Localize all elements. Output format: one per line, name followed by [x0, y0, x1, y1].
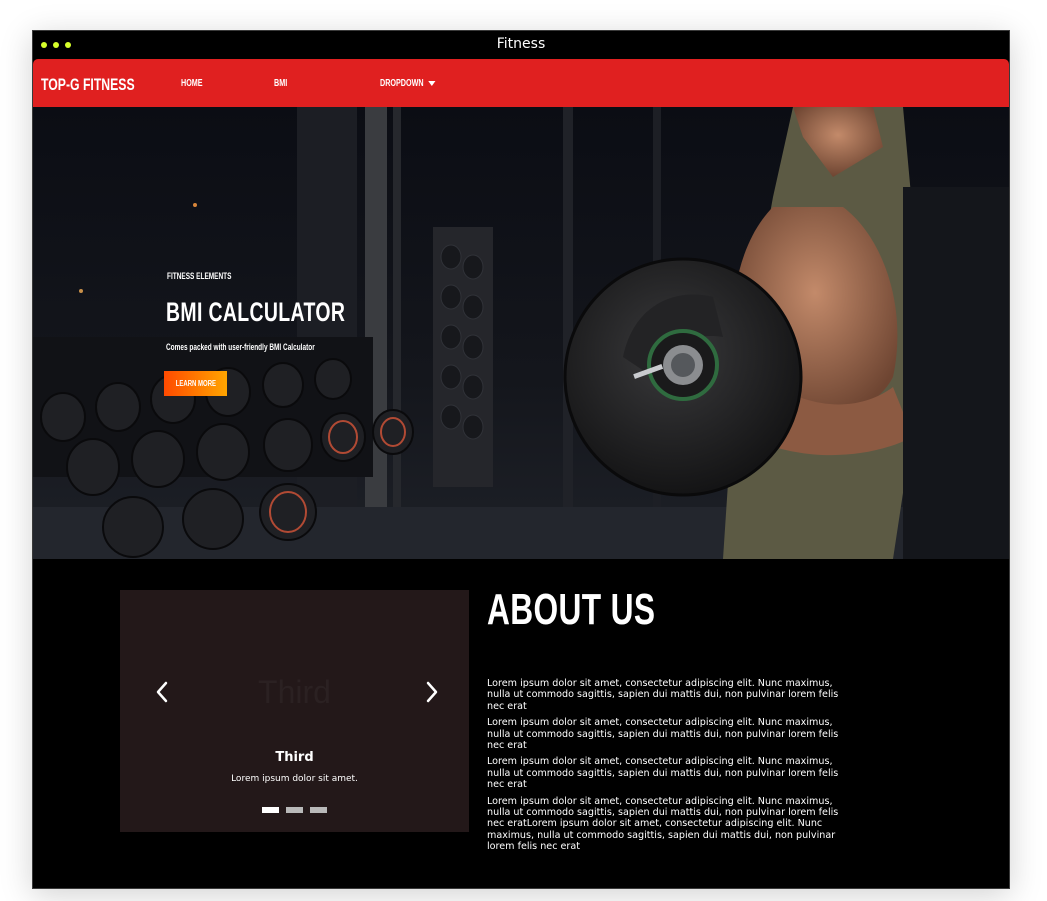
nav-link-home[interactable]: HOME — [181, 78, 203, 89]
nav-link-bmi[interactable]: BMI — [274, 78, 287, 89]
nav-dropdown-label: DROPDOWN — [380, 78, 424, 89]
about-title: ABOUT US — [487, 585, 656, 634]
caret-down-icon — [427, 80, 436, 86]
carousel-caption-title: Third — [275, 750, 314, 765]
carousel-caption-text: Lorem ipsum dolor sit amet. — [231, 774, 358, 784]
brand-logo[interactable]: TOP-G FITNESS — [41, 75, 135, 95]
hero-kicker: FITNESS ELEMENTS — [167, 271, 232, 281]
about-section: Third Third Lorem ipsum dolor sit amet. … — [33, 559, 1009, 888]
browser-window: Fitness TOP-G FITNESS HOME BMI DROPDOWN — [32, 30, 1010, 889]
carousel: Third Third Lorem ipsum dolor sit amet. — [120, 590, 469, 832]
about-paragraph: Lorem ipsum dolor sit amet, consectetur … — [487, 795, 839, 853]
hero-background-image — [33, 107, 1009, 559]
about-paragraph: Lorem ipsum dolor sit amet, consectetur … — [487, 678, 839, 712]
hero-title: BMI CALCULATOR — [166, 297, 346, 327]
about-body: Lorem ipsum dolor sit amet, consectetur … — [487, 678, 857, 858]
about-paragraph: Lorem ipsum dolor sit amet, consectetur … — [487, 756, 839, 791]
hero-banner: FITNESS ELEMENTS BMI CALCULATOR Comes pa… — [33, 107, 1009, 559]
carousel-slide-placeholder: Third — [258, 674, 331, 710]
carousel-indicator[interactable] — [286, 807, 303, 813]
navbar: TOP-G FITNESS HOME BMI DROPDOWN — [33, 59, 1009, 107]
title-bar: Fitness — [33, 31, 1009, 59]
chevron-right-icon[interactable] — [422, 678, 442, 706]
hero-subtitle: Comes packed with user-friendly BMI Calc… — [166, 342, 315, 352]
learn-more-label: LEARN MORE — [175, 379, 216, 388]
learn-more-button[interactable]: LEARN MORE — [164, 371, 227, 396]
carousel-indicator[interactable] — [310, 807, 327, 813]
about-paragraph: Lorem ipsum dolor sit amet, consectetur … — [487, 717, 839, 752]
window-title: Fitness — [496, 36, 546, 52]
nav-dropdown-toggle[interactable]: DROPDOWN — [380, 78, 436, 89]
chevron-left-icon[interactable] — [152, 678, 172, 706]
carousel-indicator[interactable] — [262, 807, 279, 813]
